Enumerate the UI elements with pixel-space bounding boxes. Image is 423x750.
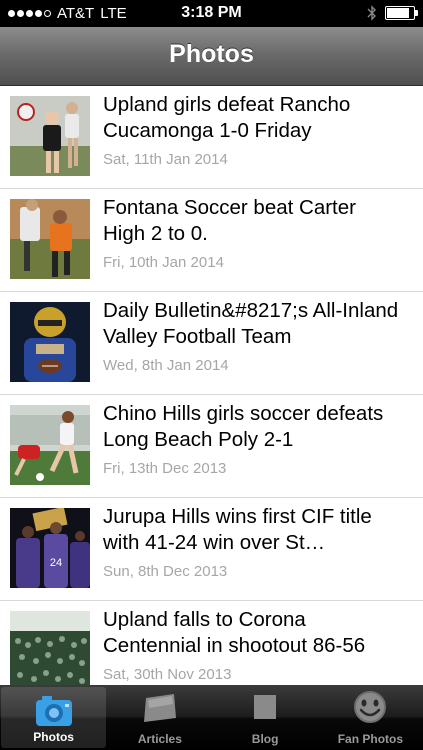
article-title: Jurupa Hills wins first CIF title with 4…: [103, 505, 372, 554]
camera-icon: [35, 696, 72, 726]
article-date: Fri, 13th Dec 2013: [103, 460, 227, 477]
list-item[interactable]: Fontana Soccer beat Carter High 2 to 0. …: [0, 189, 423, 292]
tab-bar: Photos Articles Blog Fan Photos: [0, 685, 423, 750]
tab-label: Fan Photos: [337, 732, 404, 746]
tab-label: Photos: [33, 730, 74, 744]
article-date: Sun, 8th Dec 2013: [103, 563, 228, 580]
article-thumbnail: [10, 199, 90, 279]
tab-photos[interactable]: Photos: [1, 687, 107, 748]
list-item[interactable]: Upland falls to Corona Centennial in sho…: [0, 601, 423, 685]
article-title: Upland girls defeat Rancho Cucamonga 1-0…: [103, 93, 351, 142]
smiley-icon: [354, 691, 387, 723]
tab-blog[interactable]: Blog: [213, 685, 318, 750]
article-thumbnail: [10, 611, 90, 685]
list-item[interactable]: Daily Bulletin&#8217;s All-Inland Valley…: [0, 292, 423, 395]
list-item[interactable]: Upland girls defeat Rancho Cucamonga 1-0…: [0, 86, 423, 189]
page-title: Photos: [169, 40, 254, 68]
article-date: Sat, 11th Jan 2014: [103, 151, 228, 168]
article-thumbnail: 24: [10, 508, 90, 588]
blog-icon: [254, 695, 277, 719]
svg-text:24: 24: [50, 557, 62, 569]
tab-label: Articles: [137, 732, 182, 746]
tab-articles[interactable]: Articles: [107, 685, 212, 750]
tab-fan-photos[interactable]: Fan Photos: [318, 685, 423, 750]
newspaper-icon: [143, 694, 176, 722]
battery-icon: [385, 6, 418, 20]
status-time: 3:18 PM: [181, 4, 242, 21]
article-date: Sat, 30th Nov 2013: [103, 666, 232, 683]
list-item[interactable]: Chino Hills girls soccer defeats Long Be…: [0, 395, 423, 498]
article-title: Daily Bulletin&#8217;s All-Inland Valley…: [103, 299, 399, 348]
status-bar: AT&T LTE 3:18 PM: [0, 0, 423, 27]
tab-label: Blog: [251, 732, 279, 746]
status-right: [367, 5, 418, 21]
article-thumbnail: [10, 96, 90, 176]
navigation-bar: Photos: [0, 27, 423, 86]
article-thumbnail: [10, 405, 90, 485]
article-title: Upland falls to Corona Centennial in sho…: [103, 608, 366, 657]
article-date: Fri, 10th Jan 2014: [103, 254, 224, 271]
article-title: Chino Hills girls soccer defeats Long Be…: [103, 402, 384, 451]
article-thumbnail: [10, 302, 90, 382]
bluetooth-icon: [367, 5, 376, 21]
photo-article-list[interactable]: Upland girls defeat Rancho Cucamonga 1-0…: [0, 86, 423, 685]
list-item[interactable]: 24 Jurupa Hills wins first CIF title wit…: [0, 498, 423, 601]
article-date: Wed, 8th Jan 2014: [103, 357, 229, 374]
article-title: Fontana Soccer beat Carter High 2 to 0.: [103, 196, 356, 245]
